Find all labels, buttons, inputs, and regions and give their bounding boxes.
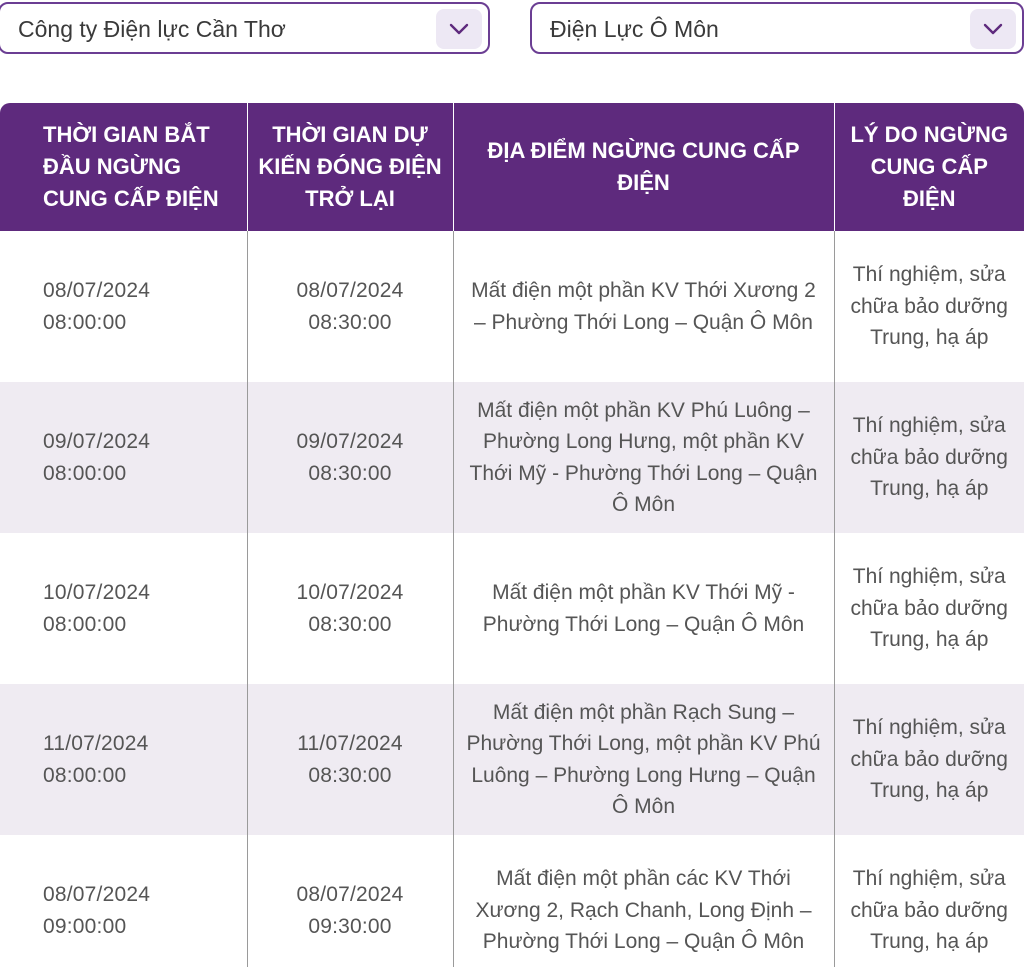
start-clock: 08:00:00 [43, 763, 127, 787]
end-clock: 08:30:00 [308, 612, 392, 636]
table-row: 08/07/2024 08:00:00 08/07/2024 08:30:00 Mấ… [0, 231, 1024, 382]
start-clock: 08:00:00 [43, 461, 127, 485]
chevron-down-icon[interactable] [970, 9, 1016, 49]
start-date: 11/07/2024 [43, 732, 149, 755]
branch-select-value: Điện Lực Ô Môn [550, 16, 719, 42]
end-time-cell: 08/07/2024 08:30:00 [246, 231, 453, 382]
end-time-cell: 10/07/2024 08:30:00 [246, 533, 453, 684]
end-clock: 08:30:00 [308, 310, 392, 334]
outage-schedule-table: THỜI GIAN BẮT ĐẦU NGỪNG CUNG CẤP ĐIỆN TH… [0, 103, 1024, 967]
start-date: 10/07/2024 [43, 581, 151, 604]
reason-cell: Thí nghiệm, sửa chữa bảo dưỡng Trung, hạ… [833, 231, 1024, 382]
start-date: 09/07/2024 [43, 430, 151, 453]
location-cell: Mất điện một phần KV Thới Xương 2 – Phườ… [452, 231, 834, 382]
reason-cell: Thí nghiệm, sửa chữa bảo dưỡng Trung, hạ… [833, 382, 1024, 533]
end-date: 09/07/2024 [296, 430, 404, 453]
location-cell: Mất điện một phần KV Thới Mỹ - Phường Th… [452, 533, 834, 684]
end-clock: 08:30:00 [308, 461, 392, 485]
location-cell: Mất điện một phần Rạch Sung – Phường Thớ… [452, 684, 834, 835]
end-time-cell: 09/07/2024 08:30:00 [246, 382, 453, 533]
company-select[interactable]: Công ty Điện lực Cần Thơ [0, 2, 490, 54]
start-time-cell: 10/07/2024 08:00:00 [0, 533, 247, 684]
header-outage-location: ĐỊA ĐIỂM NGỪNG CUNG CẤP ĐIỆN [452, 103, 834, 231]
company-select-value: Công ty Điện lực Cần Thơ [18, 16, 286, 42]
start-time-cell: 08/07/2024 08:00:00 [0, 231, 247, 382]
start-clock: 08:00:00 [43, 310, 127, 334]
end-date: 11/07/2024 [297, 732, 403, 755]
header-expected-restore-time: THỜI GIAN DỰ KIẾN ĐÓNG ĐIỆN TRỞ LẠI [246, 103, 453, 231]
chevron-down-icon[interactable] [436, 9, 482, 49]
end-date: 10/07/2024 [296, 581, 404, 604]
reason-cell: Thí nghiệm, sửa chữa bảo dưỡng Trung, hạ… [833, 533, 1024, 684]
start-time-cell: 09/07/2024 08:00:00 [0, 382, 247, 533]
start-date: 08/07/2024 [43, 883, 151, 906]
start-time-cell: 08/07/2024 09:00:00 [0, 835, 247, 967]
end-clock: 09:30:00 [308, 914, 392, 938]
end-time-cell: 08/07/2024 09:30:00 [246, 835, 453, 967]
end-time-cell: 11/07/2024 08:30:00 [246, 684, 453, 835]
start-time-cell: 11/07/2024 08:00:00 [0, 684, 247, 835]
location-cell: Mất điện một phần KV Phú Luông – Phường … [452, 382, 834, 533]
reason-cell: Thí nghiệm, sửa chữa bảo dưỡng Trung, hạ… [833, 684, 1024, 835]
filter-bar: Công ty Điện lực Cần Thơ Điện Lực Ô Môn [0, 0, 1024, 60]
table-row: 09/07/2024 08:00:00 09/07/2024 08:30:00 Mấ… [0, 382, 1024, 533]
end-date: 08/07/2024 [296, 279, 404, 302]
header-start-time: THỜI GIAN BẮT ĐẦU NGỪNG CUNG CẤP ĐIỆN [0, 103, 247, 231]
header-outage-reason: LÝ DO NGỪNG CUNG CẤP ĐIỆN [833, 103, 1024, 231]
start-date: 08/07/2024 [43, 279, 151, 302]
location-cell: Mất điện một phần các KV Thới Xương 2, R… [452, 835, 834, 967]
end-clock: 08:30:00 [308, 763, 392, 787]
start-clock: 09:00:00 [43, 914, 127, 938]
end-date: 08/07/2024 [296, 883, 404, 906]
branch-select[interactable]: Điện Lực Ô Môn [530, 2, 1024, 54]
table-row: 10/07/2024 08:00:00 10/07/2024 08:30:00 Mấ… [0, 533, 1024, 684]
table-row: 08/07/2024 09:00:00 08/07/2024 09:30:00 Mấ… [0, 835, 1024, 967]
table-header-row: THỜI GIAN BẮT ĐẦU NGỪNG CUNG CẤP ĐIỆN TH… [0, 103, 1024, 231]
reason-cell: Thí nghiệm, sửa chữa bảo dưỡng Trung, hạ… [833, 835, 1024, 967]
table-row: 11/07/2024 08:00:00 11/07/2024 08:30:00 Mấ… [0, 684, 1024, 835]
start-clock: 08:00:00 [43, 612, 127, 636]
